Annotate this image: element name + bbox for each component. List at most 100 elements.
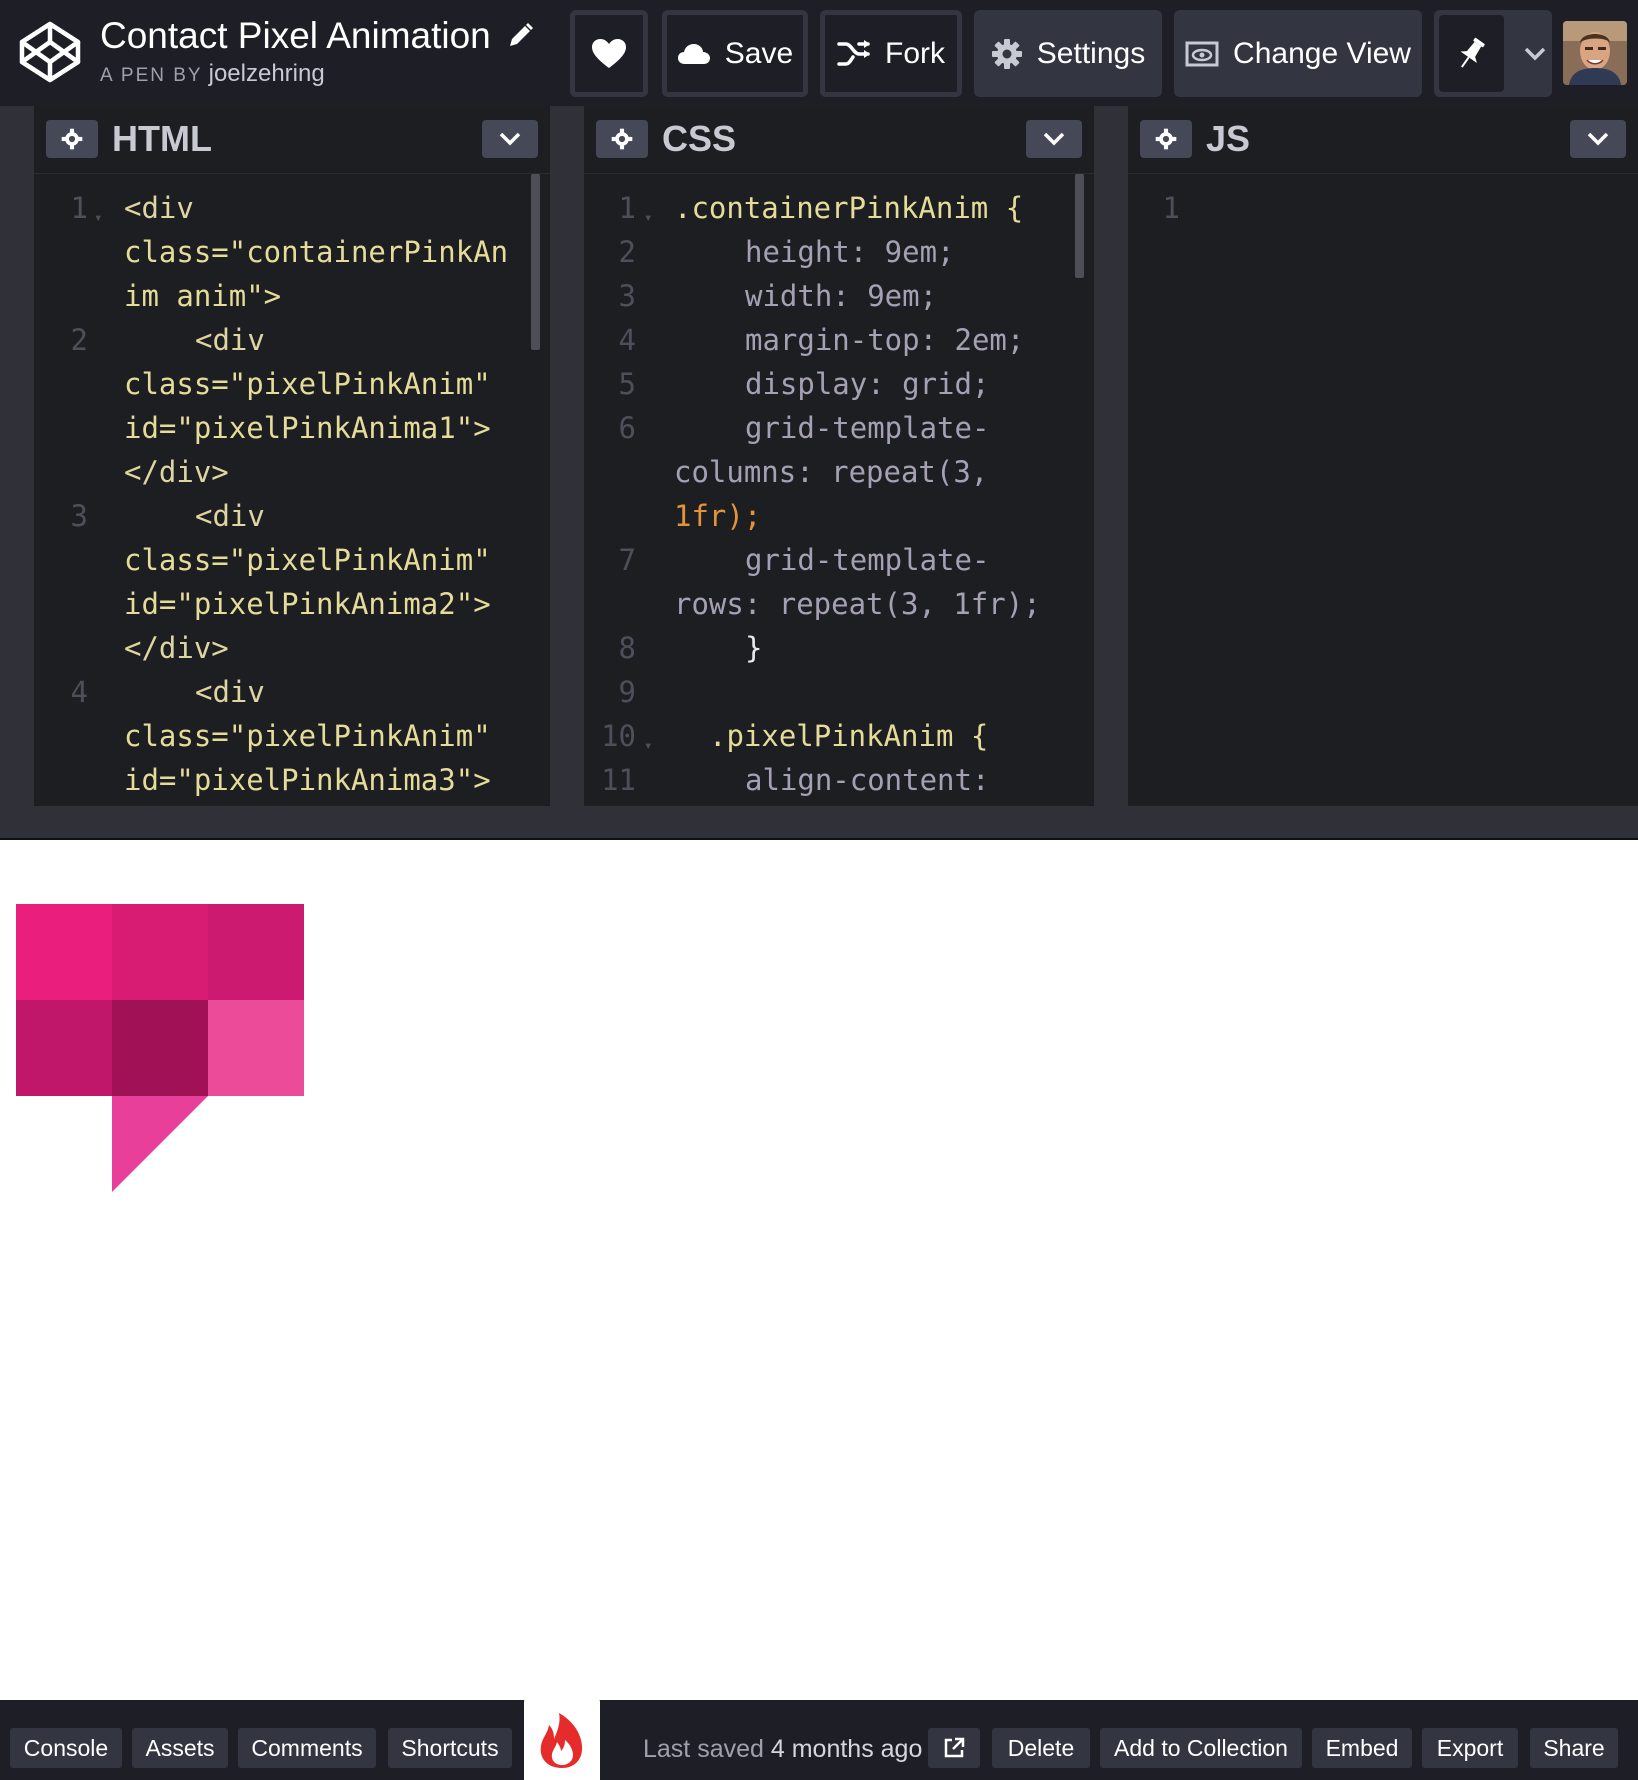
- pin-button[interactable]: [1439, 15, 1504, 92]
- chevron-down-icon: [1524, 47, 1546, 60]
- pixel-3: [208, 904, 304, 1000]
- flame-button[interactable]: [524, 1696, 600, 1780]
- line-number: 2: [618, 235, 636, 269]
- external-link-icon: [944, 1737, 965, 1758]
- code-line: rows: repeat(3, 1fr);: [674, 587, 1041, 621]
- pixel-2: [112, 904, 208, 1000]
- line-number: 3: [70, 499, 88, 533]
- code-line: </div>: [124, 455, 229, 489]
- flame-icon: [540, 1713, 583, 1768]
- line-number: 11: [601, 763, 636, 797]
- pen-by-label: A PEN BY: [100, 65, 203, 86]
- console-button[interactable]: Console: [10, 1728, 122, 1768]
- js-editor-pane: JS 1: [1128, 106, 1638, 806]
- pen-title-block: Contact Pixel Animation A PEN BY joelzehr…: [100, 14, 535, 88]
- pin-group: [1434, 10, 1552, 97]
- js-settings-button[interactable]: [1140, 120, 1192, 158]
- css-collapse-button[interactable]: [1026, 120, 1082, 158]
- pixel-tail: [112, 1096, 208, 1192]
- code-line: id="pixelPinkAnima2">: [124, 587, 491, 621]
- settings-button[interactable]: Settings: [974, 10, 1162, 97]
- code-line: </div>: [124, 631, 229, 665]
- share-button[interactable]: Share: [1530, 1728, 1618, 1768]
- code-line: 1fr);: [674, 499, 762, 533]
- pin-dropdown-button[interactable]: [1518, 15, 1552, 92]
- editor-preview-resizer[interactable]: [0, 806, 1638, 840]
- open-external-button[interactable]: [928, 1728, 980, 1768]
- code-line: height: 9em;: [745, 235, 955, 269]
- fork-label: Fork: [885, 36, 945, 70]
- line-number: 6: [618, 411, 636, 445]
- top-bar: Contact Pixel Animation A PEN BY joelzehr…: [0, 0, 1638, 106]
- html-css-divider[interactable]: [550, 106, 584, 806]
- result-preview: [0, 840, 1638, 1700]
- save-button[interactable]: Save: [662, 10, 808, 97]
- html-scrollbar[interactable]: [531, 174, 540, 350]
- css-settings-button[interactable]: [596, 120, 648, 158]
- chevron-down-icon: [1587, 132, 1609, 146]
- line-number: 4: [70, 675, 88, 709]
- pixel-1: [16, 904, 112, 1000]
- code-line: }: [745, 631, 763, 665]
- html-collapse-button[interactable]: [482, 120, 538, 158]
- shortcuts-button[interactable]: Shortcuts: [388, 1728, 512, 1768]
- css-pane-title: CSS: [662, 118, 737, 159]
- code-line: margin-top: 2em;: [745, 323, 1025, 357]
- add-to-collection-button[interactable]: Add to Collection: [1100, 1728, 1302, 1768]
- code-line: im anim">: [124, 279, 282, 313]
- last-saved-prefix: Last saved: [643, 1735, 764, 1763]
- code-line: class="pixelPinkAnim": [124, 367, 491, 401]
- settings-label: Settings: [1036, 36, 1146, 70]
- embed-button[interactable]: Embed: [1312, 1728, 1412, 1768]
- assets-button[interactable]: Assets: [132, 1728, 228, 1768]
- last-saved-text: Last saved 4 months ago: [643, 1730, 922, 1768]
- user-avatar[interactable]: [1563, 21, 1627, 85]
- code-line: <div: [195, 499, 265, 533]
- pixel-6: [208, 1000, 304, 1096]
- author-link[interactable]: joelzehring: [209, 60, 325, 87]
- line-number: 7: [618, 543, 636, 577]
- pin-icon: [1460, 37, 1486, 68]
- html-settings-button[interactable]: [46, 120, 98, 158]
- code-line: <div: [124, 191, 194, 225]
- gear-icon: [61, 128, 83, 150]
- code-line: class="pixelPinkAnim": [124, 543, 491, 577]
- pen-title[interactable]: Contact Pixel Animation: [100, 14, 491, 58]
- gear-icon: [991, 38, 1022, 69]
- codepen-logo-icon[interactable]: [18, 20, 82, 84]
- js-pane-header: JS: [1128, 106, 1638, 174]
- css-scrollbar[interactable]: [1075, 174, 1084, 278]
- code-line: grid-template-: [745, 411, 990, 445]
- view-icon: [1185, 41, 1219, 66]
- js-collapse-button[interactable]: [1570, 120, 1626, 158]
- line-number: 5: [618, 367, 636, 401]
- pixel-5: [112, 1000, 208, 1096]
- line-number: 3: [618, 279, 636, 313]
- fold-arrow-icon[interactable]: ▾: [644, 196, 652, 240]
- comments-button[interactable]: Comments: [238, 1728, 376, 1768]
- fork-button[interactable]: Fork: [820, 10, 962, 97]
- last-saved-time: 4 months ago: [770, 1735, 923, 1763]
- line-number: 1: [618, 191, 636, 225]
- chevron-down-icon: [1043, 132, 1065, 146]
- delete-button[interactable]: Delete: [992, 1728, 1090, 1768]
- css-js-divider[interactable]: [1094, 106, 1128, 806]
- line-number: 4: [618, 323, 636, 357]
- line-number: 9: [618, 675, 636, 709]
- code-line: align-content:: [745, 763, 990, 797]
- change-view-button[interactable]: Change View: [1174, 10, 1422, 97]
- editor-area: HTML 1 ▾ 2 3 4 <div class="containerPinkA…: [0, 106, 1638, 806]
- pink-pixel-logo: [16, 904, 304, 1192]
- line-number: 8: [618, 631, 636, 665]
- pencil-edit-icon[interactable]: [505, 21, 535, 51]
- js-code[interactable]: 1: [1128, 186, 1638, 786]
- bottom-bar: Console Assets Comments Shortcuts Last s…: [0, 1696, 1638, 1780]
- line-number: 2: [70, 323, 88, 357]
- code-line: id="pixelPinkAnima1">: [124, 411, 491, 445]
- like-button[interactable]: [570, 10, 648, 97]
- export-button[interactable]: Export: [1422, 1728, 1518, 1768]
- fold-arrow-icon[interactable]: ▾: [644, 724, 652, 768]
- fold-arrow-icon[interactable]: ▾: [94, 196, 102, 240]
- code-line: columns: repeat(3,: [674, 455, 989, 489]
- left-gutter: [0, 106, 34, 806]
